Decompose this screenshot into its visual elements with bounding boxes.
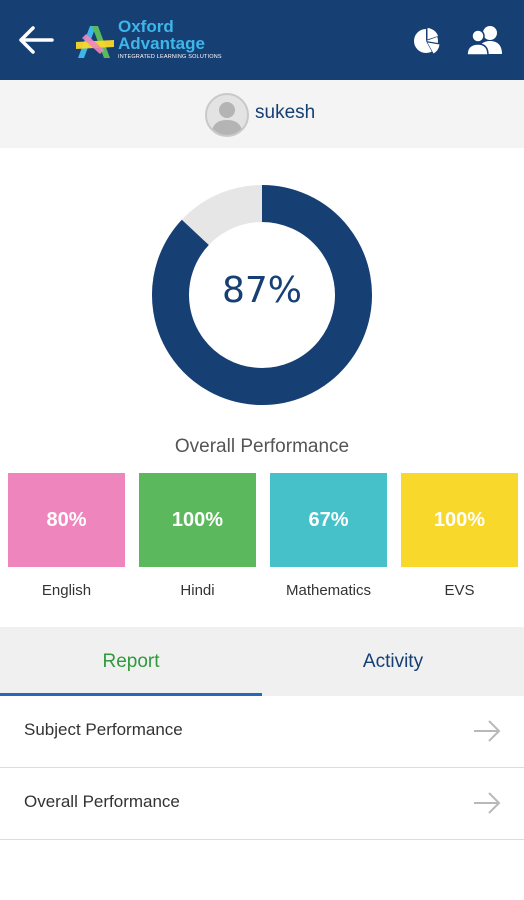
subject-tile-hindi[interactable]: 100% — [139, 473, 256, 567]
pie-chart-icon — [414, 28, 440, 54]
tab-label: Report — [102, 650, 160, 672]
overall-performance-title: Overall Performance — [174, 436, 350, 457]
reports-chart-button[interactable] — [410, 26, 442, 56]
subject-tile-evs[interactable]: 100% — [401, 473, 518, 567]
user-name: sukesh — [255, 102, 316, 123]
arrow-right-icon — [474, 720, 501, 742]
list-item-label: Subject Performance — [24, 720, 183, 739]
subject-score: 67% — [308, 508, 349, 531]
tab-label: Activity — [362, 650, 424, 672]
tab-bar: Report Activity — [0, 627, 524, 696]
subject-name: English — [41, 582, 92, 599]
subject-score: 100% — [433, 508, 486, 531]
subject-name: EVS — [444, 582, 475, 599]
subject-score: 80% — [46, 508, 87, 531]
arrow-left-icon — [19, 26, 54, 54]
tab-activity[interactable]: Activity — [262, 627, 524, 696]
arrow-right-icon — [474, 792, 501, 814]
subject-score: 100% — [171, 508, 224, 531]
oxford-advantage-logo: Oxford Advantage INTEGRATED LEARNING SOL… — [74, 18, 222, 64]
switch-profile-button[interactable] — [466, 24, 504, 56]
user-bar: sukesh — [0, 80, 524, 148]
back-button[interactable] — [16, 22, 56, 58]
list-item-subject-performance[interactable]: Subject Performance — [0, 696, 524, 768]
users-icon — [466, 26, 502, 56]
overall-percent-label: 87% — [221, 270, 302, 311]
avatar — [205, 93, 249, 137]
logo-line-2: Advantage — [118, 34, 205, 53]
list-item-label: Overall Performance — [24, 792, 180, 811]
subject-tile-english[interactable]: 80% — [8, 473, 125, 567]
logo-tagline: INTEGRATED LEARNING SOLUTIONS — [118, 54, 222, 60]
top-app-bar: Oxford Advantage INTEGRATED LEARNING SOL… — [0, 0, 524, 80]
subject-name: Hindi — [180, 582, 215, 599]
subject-tile-mathematics[interactable]: 67% — [270, 473, 387, 567]
tab-report[interactable]: Report — [0, 627, 262, 696]
subject-name: Mathematics — [285, 582, 372, 599]
user-avatar-icon — [211, 102, 243, 135]
list-item-overall-performance[interactable]: Overall Performance — [0, 768, 524, 840]
logo-mark-icon — [76, 26, 114, 58]
